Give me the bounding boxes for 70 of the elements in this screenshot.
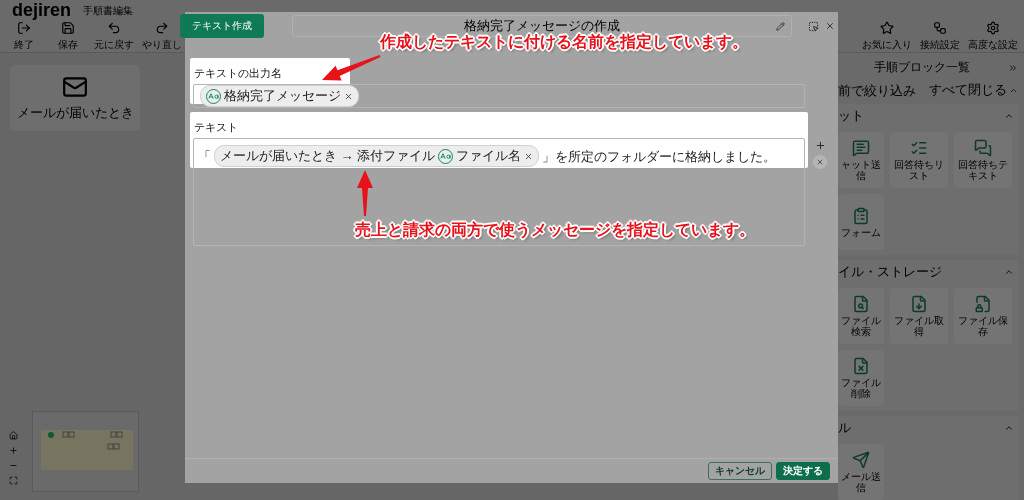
variable-chip[interactable]: メールが届いたとき → 添付ファイル ファイル名 — [214, 145, 540, 167]
confirm-button[interactable]: 決定する — [776, 462, 830, 480]
block-card[interactable]: ファイル保存 — [954, 288, 1012, 344]
settings-icon — [986, 21, 1000, 35]
collapse-panel-icon[interactable] — [1008, 62, 1018, 73]
exit-icon — [17, 21, 31, 35]
connection-icon — [933, 21, 947, 35]
send-icon — [852, 451, 870, 469]
zoom-in-icon[interactable] — [9, 446, 18, 455]
toolbar-button[interactable]: 接続設定 — [918, 21, 962, 52]
cancel-button[interactable]: キャンセル — [708, 462, 772, 480]
variable-chip[interactable]: 格納完了メッセージ — [200, 85, 359, 107]
annotation-text: 売上と請求の両方で使うメッセージを指定しています。 — [355, 220, 755, 241]
pencil-icon[interactable] — [776, 21, 785, 31]
block-card[interactable]: ファイル取得 — [890, 288, 948, 344]
message-text: 「 — [198, 148, 211, 166]
block-card[interactable]: 回答待ちリスト — [890, 132, 948, 188]
remove-icon[interactable] — [524, 151, 534, 161]
block-card[interactable]: ファイル検索 — [838, 288, 884, 344]
mail-icon — [62, 74, 88, 100]
output-name-field[interactable]: 格納完了メッセージ — [193, 84, 805, 108]
app-logo: dejiren — [12, 0, 72, 21]
file-search-icon — [852, 295, 870, 313]
undo-icon — [107, 21, 121, 35]
node-label: メールが届いたとき — [16, 104, 134, 122]
field-label: テキスト — [193, 120, 239, 135]
toolbar-button[interactable]: 高度な設定 — [966, 21, 1020, 52]
clipboard-icon — [852, 206, 870, 225]
section-header[interactable]: ル — [838, 416, 1018, 440]
save-icon — [61, 21, 75, 35]
select-icon[interactable] — [808, 20, 819, 32]
clear-button[interactable] — [813, 155, 827, 169]
block-card[interactable]: フォーム — [838, 194, 884, 250]
toolbar-button[interactable]: 保存 — [48, 21, 88, 52]
message-text: 」を所定のフォルダーに格納しました。 — [542, 148, 777, 166]
file-lock-icon — [974, 295, 992, 313]
fit-view-icon[interactable] — [9, 476, 18, 485]
chat-icon — [852, 139, 870, 157]
block-card[interactable]: ファイル削除 — [838, 350, 884, 406]
section-header[interactable]: イル・ストレージ — [838, 260, 1018, 284]
plus-icon — [814, 139, 826, 151]
file-download-icon — [910, 295, 928, 313]
toolbar-button[interactable]: 元に戻す — [92, 21, 136, 52]
file-delete-icon — [852, 357, 870, 375]
section-header[interactable]: ット — [838, 104, 1018, 128]
filter-field[interactable]: 前で絞り込み — [838, 82, 920, 98]
close-icon[interactable] — [825, 21, 835, 31]
close-icon — [816, 158, 824, 166]
flow-node[interactable]: メールが届いたとき — [10, 65, 140, 131]
checklist-icon — [910, 139, 928, 157]
chat-bubbles-icon — [974, 139, 992, 157]
toolbar-button[interactable]: 終了 — [4, 21, 44, 52]
page-title: 手順書編集 — [83, 3, 134, 18]
pointer-arrow — [322, 55, 381, 81]
panel-title: 手順ブロック一覧 — [874, 59, 970, 76]
pointer-arrow — [357, 170, 373, 216]
toolbar-button[interactable]: お気に入り — [860, 21, 914, 52]
block-card[interactable]: 回答待ちテキスト — [954, 132, 1012, 188]
home-icon[interactable] — [9, 431, 18, 440]
dialog-tab[interactable]: テキスト作成 — [180, 14, 264, 38]
chevron-up-icon — [1004, 111, 1014, 121]
field-label: テキストの出力名 — [193, 66, 283, 81]
chevron-up-icon — [1004, 423, 1014, 433]
block-card[interactable]: メール送信 — [838, 444, 884, 500]
star-icon — [880, 21, 894, 35]
remove-icon[interactable] — [344, 91, 353, 101]
block-card[interactable]: ャット送信 — [838, 132, 884, 188]
collapse-all-button[interactable]: すべて閉じる — [929, 81, 1018, 99]
chevron-up-icon — [1004, 267, 1014, 277]
redo-icon — [155, 21, 169, 35]
